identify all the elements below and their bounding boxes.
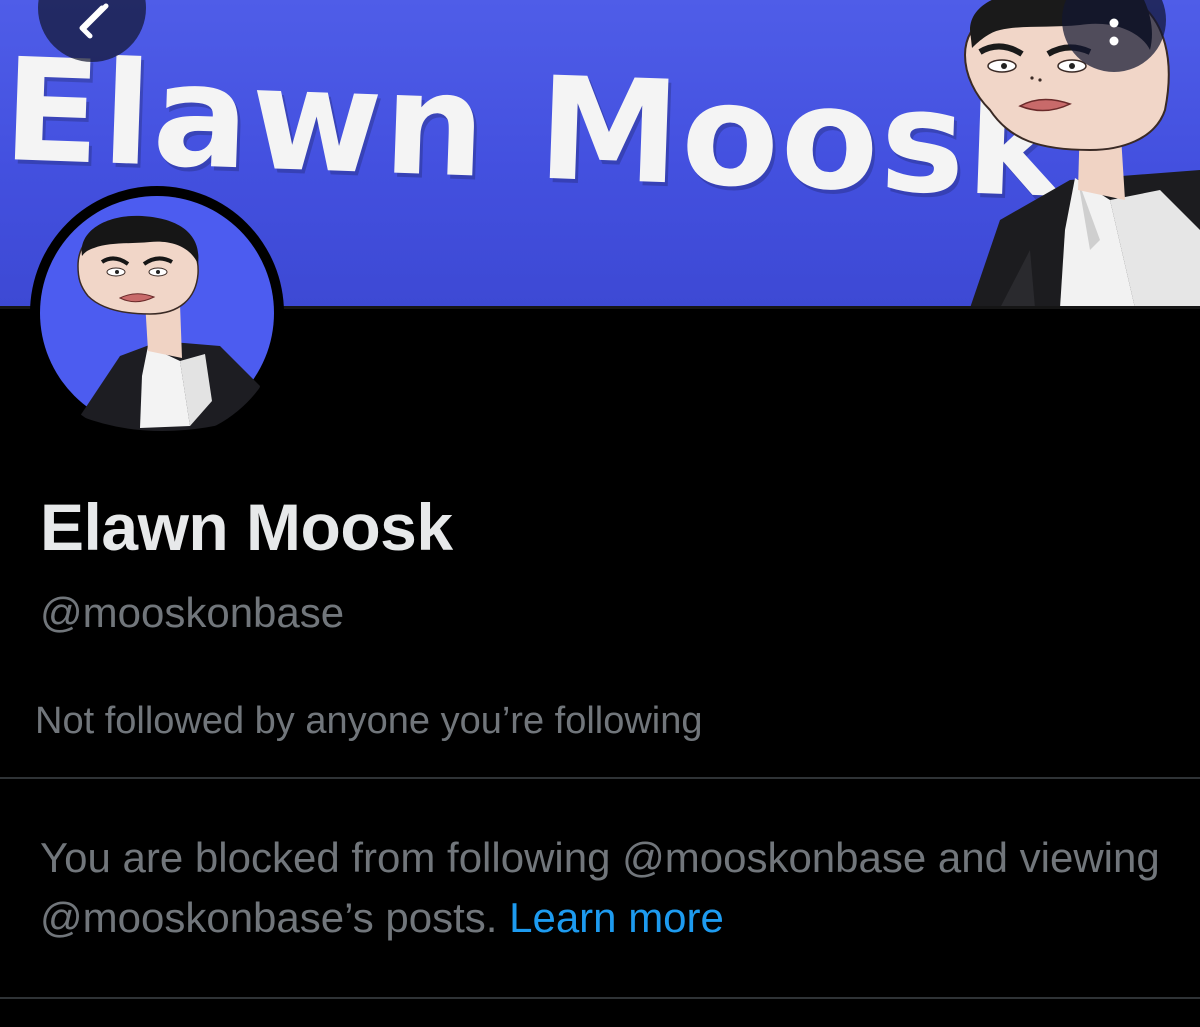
section-divider xyxy=(0,777,1200,779)
more-vertical-icon xyxy=(1109,18,1119,46)
back-arrow-icon xyxy=(79,3,109,39)
section-divider-bottom xyxy=(0,997,1200,999)
profile-handle: @mooskonbase xyxy=(40,589,345,636)
profile-display-name: Elawn Moosk xyxy=(40,490,453,564)
blocked-notice: You are blocked from following @mooskonb… xyxy=(40,828,1180,948)
profile-avatar[interactable] xyxy=(30,186,284,440)
learn-more-link[interactable]: Learn more xyxy=(509,894,724,941)
followed-by-text: Not followed by anyone you’re following xyxy=(35,700,703,742)
avatar-illustration xyxy=(40,196,274,431)
